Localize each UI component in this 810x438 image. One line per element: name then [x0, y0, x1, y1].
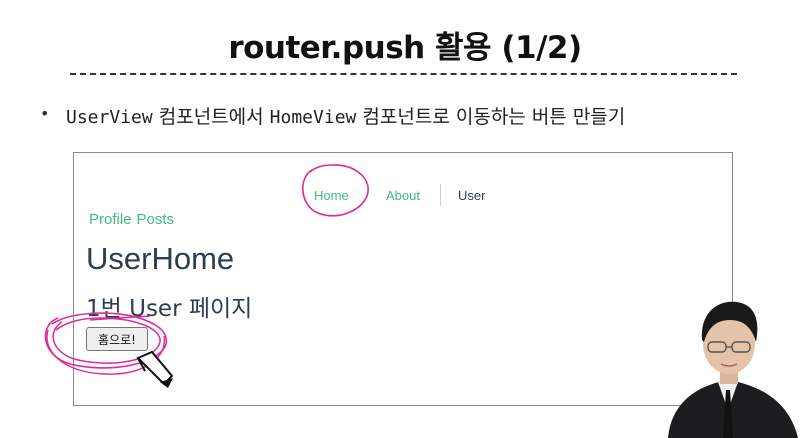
nav-link-user[interactable]: User [458, 188, 485, 203]
user-page-heading: 1번 User 페이지 [86, 296, 253, 322]
bullet-marker: • [40, 104, 50, 123]
browser-preview: Home About User Profile Posts UserHome 1번… [73, 152, 733, 406]
bullet-text-1: 컴포넌트에서 [152, 106, 270, 128]
nav-link-about[interactable]: About [386, 188, 420, 203]
user-home-heading: UserHome [86, 241, 235, 276]
subnav-link-profile[interactable]: Profile [89, 211, 132, 228]
subnav-link-posts[interactable]: Posts [137, 211, 175, 228]
bullet-text: UserView 컴포넌트에서 HomeView 컴포넌트로 이동하는 버튼 만… [66, 102, 625, 129]
user-subnav: Profile Posts [89, 211, 179, 228]
nav-separator [440, 184, 441, 206]
code-userview: UserView [66, 107, 153, 128]
go-home-button[interactable]: 홈으로! [86, 327, 148, 351]
slide-title: router.push 활용 (1/2) [228, 30, 582, 66]
nav-link-home[interactable]: Home [314, 188, 349, 203]
top-nav: Home About User [74, 184, 732, 208]
presenter-webcam [668, 301, 798, 438]
code-homeview: HomeView [269, 107, 357, 128]
title-divider [70, 73, 737, 75]
bullet-text-2: 컴포넌트로 이동하는 버튼 만들기 [356, 106, 626, 128]
